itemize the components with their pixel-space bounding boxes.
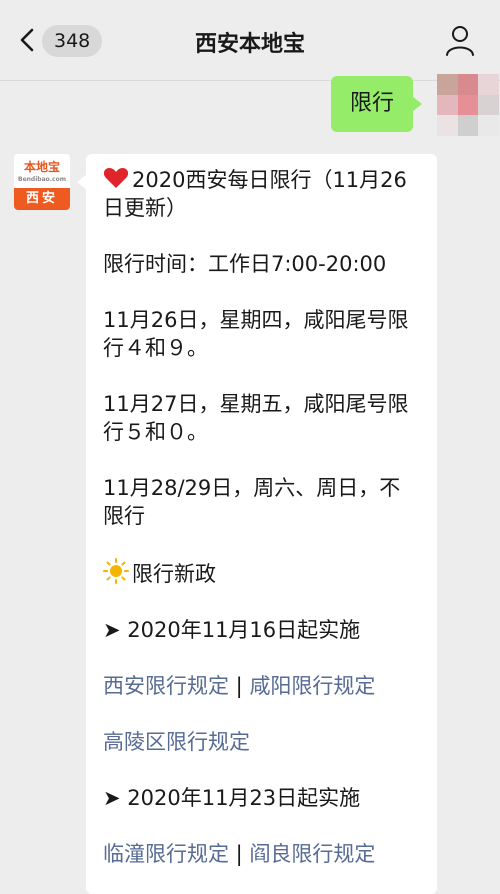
- gaoling-rules-link[interactable]: 高陵区限行规定: [103, 730, 250, 754]
- xianyang-rules-link[interactable]: 咸阳限行规定: [249, 674, 375, 698]
- section-heading-1: ➤ 2020年11月16日起实施: [103, 618, 361, 642]
- city-label: 西安: [14, 188, 70, 210]
- xian-rules-link[interactable]: 西安限行规定: [103, 674, 229, 698]
- restriction-time: 限行时间：工作日7:00-20:00: [103, 252, 387, 276]
- restriction-day-1: 11月26日，星期四，咸阳尾号限行４和９。: [103, 308, 409, 360]
- reply-heading: 2020西安每日限行（11月26日更新）: [103, 168, 407, 220]
- link-divider: |: [229, 674, 250, 698]
- link-row-1: 西安限行规定 | 咸阳限行规定: [103, 672, 415, 700]
- outgoing-message-bubble[interactable]: 限行: [330, 76, 423, 132]
- new-policy-heading: 限行新政: [103, 558, 415, 588]
- logo: 本地宝 Bendibao.com: [14, 154, 70, 188]
- chat-title: 西安本地宝: [194, 32, 305, 57]
- link-row-2: 高陵区限行规定: [103, 728, 415, 756]
- yanliang-rules-link[interactable]: 阎良限行规定: [249, 842, 375, 866]
- person-icon[interactable]: [442, 22, 478, 58]
- top-nav-bar: 348 西安本地宝: [0, 0, 500, 81]
- reply-content: 2020西安每日限行（11月26日更新） 限行时间：工作日7:00-20:00 …: [103, 166, 415, 868]
- link-row-3: 临潼限行规定 | 阎良限行规定: [103, 840, 415, 868]
- official-account-avatar[interactable]: 本地宝 Bendibao.com 西安: [14, 154, 70, 210]
- restriction-day-2: 11月27日，星期五，咸阳尾号限行５和０。: [103, 392, 409, 444]
- logo-text: 本地宝: [23, 160, 60, 174]
- self-avatar[interactable]: [437, 74, 499, 136]
- logo-subtext: Bendibao.com: [18, 176, 66, 183]
- restriction-day-3: 11月28/29日，周六、周日，不限行: [103, 476, 401, 528]
- heart-icon: [103, 168, 129, 188]
- section-heading-2: ➤ 2020年11月23日起实施: [103, 786, 361, 810]
- link-divider: |: [229, 842, 250, 866]
- sun-icon: [103, 558, 129, 584]
- lintong-rules-link[interactable]: 临潼限行规定: [103, 842, 229, 866]
